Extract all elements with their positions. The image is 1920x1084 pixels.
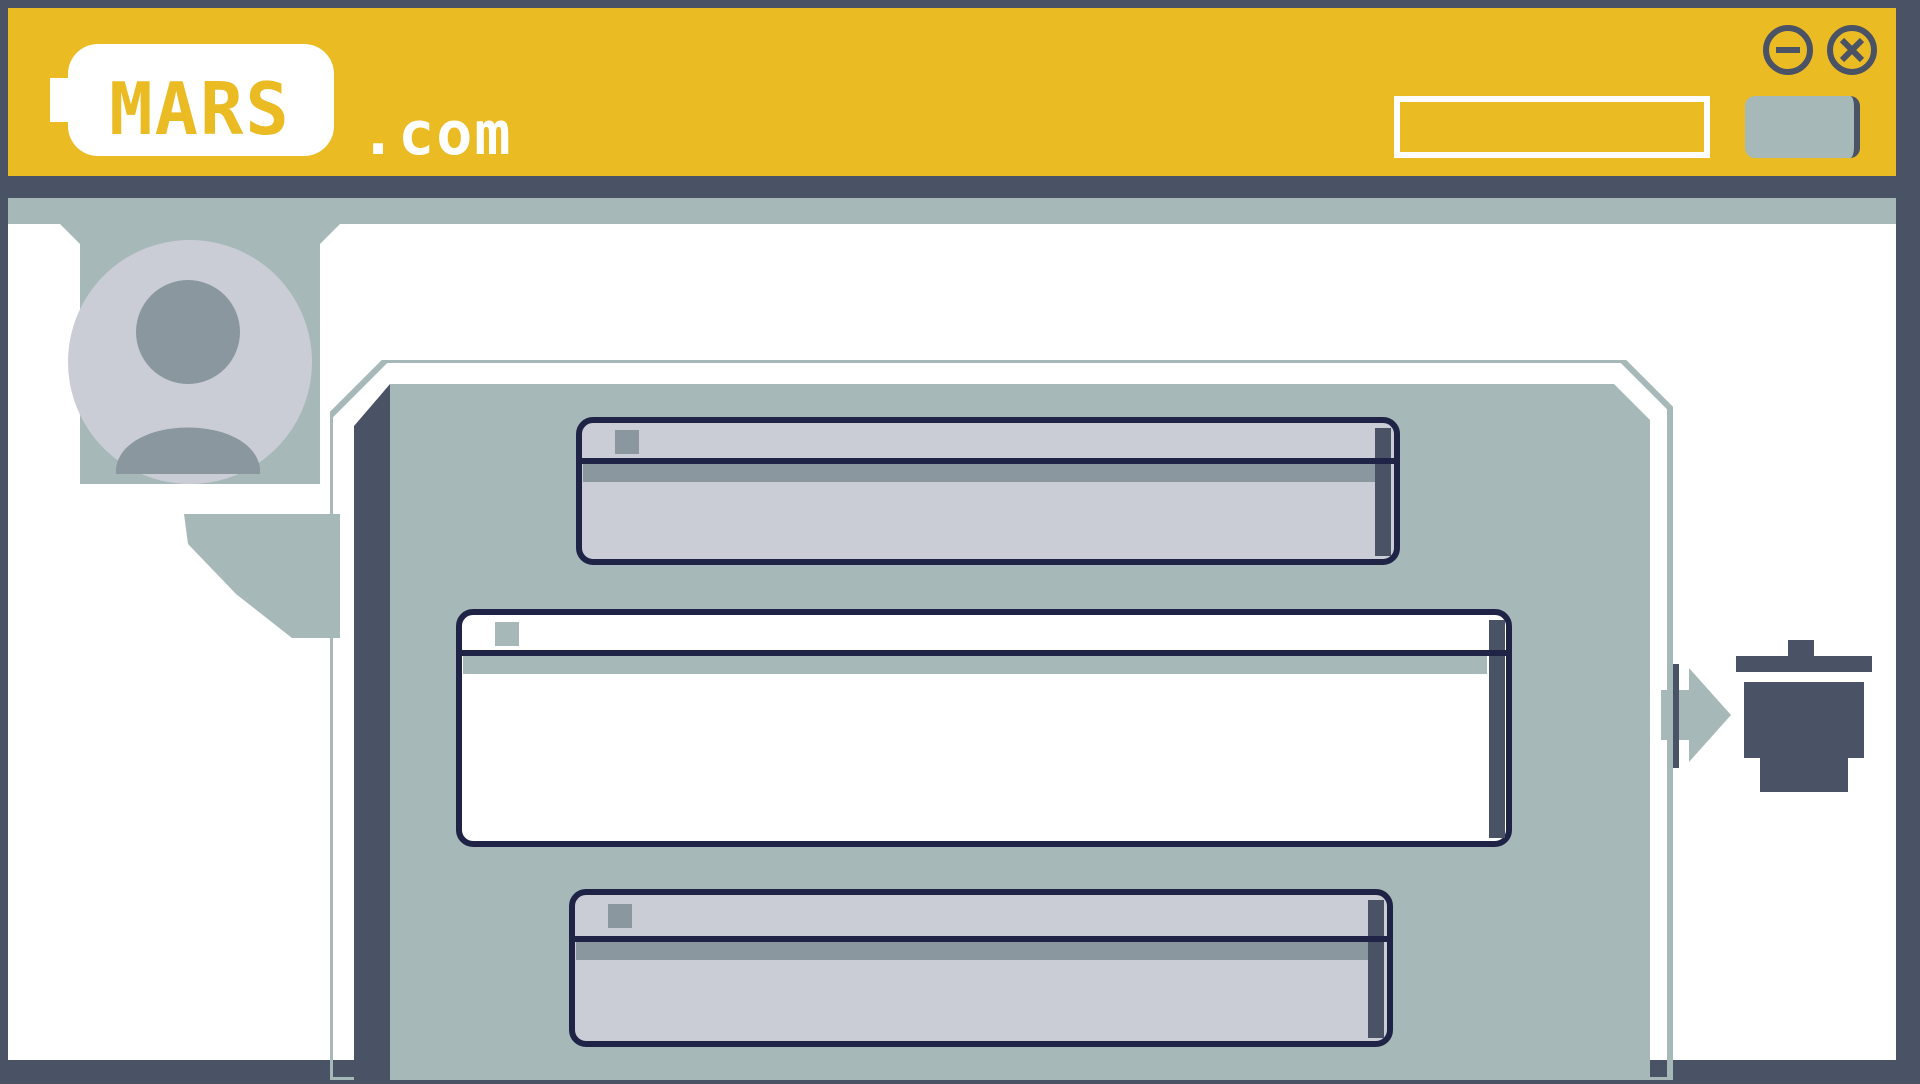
trash-icon[interactable] <box>1730 638 1878 794</box>
card-marker <box>615 430 639 454</box>
content-top-band <box>8 198 1896 224</box>
user-avatar-icon[interactable] <box>68 240 312 484</box>
site-logo[interactable]: MARS <box>50 38 350 162</box>
domain-suffix: .com <box>360 99 513 169</box>
post-card[interactable] <box>568 888 1394 1048</box>
arrow-right-icon <box>1655 660 1733 770</box>
close-button[interactable] <box>1824 22 1880 78</box>
logo-text: MARS <box>109 67 290 151</box>
post-card[interactable] <box>575 416 1401 566</box>
x-circle-icon <box>1827 25 1877 75</box>
go-button[interactable] <box>1745 96 1860 158</box>
card-marker <box>495 622 519 646</box>
feed-panel <box>327 357 1690 1083</box>
post-card-selected[interactable] <box>455 608 1513 848</box>
profile-area <box>40 224 340 644</box>
card-marker <box>608 904 632 928</box>
minimize-button[interactable] <box>1760 22 1816 78</box>
minus-circle-icon <box>1763 25 1813 75</box>
address-input[interactable] <box>1394 96 1710 158</box>
